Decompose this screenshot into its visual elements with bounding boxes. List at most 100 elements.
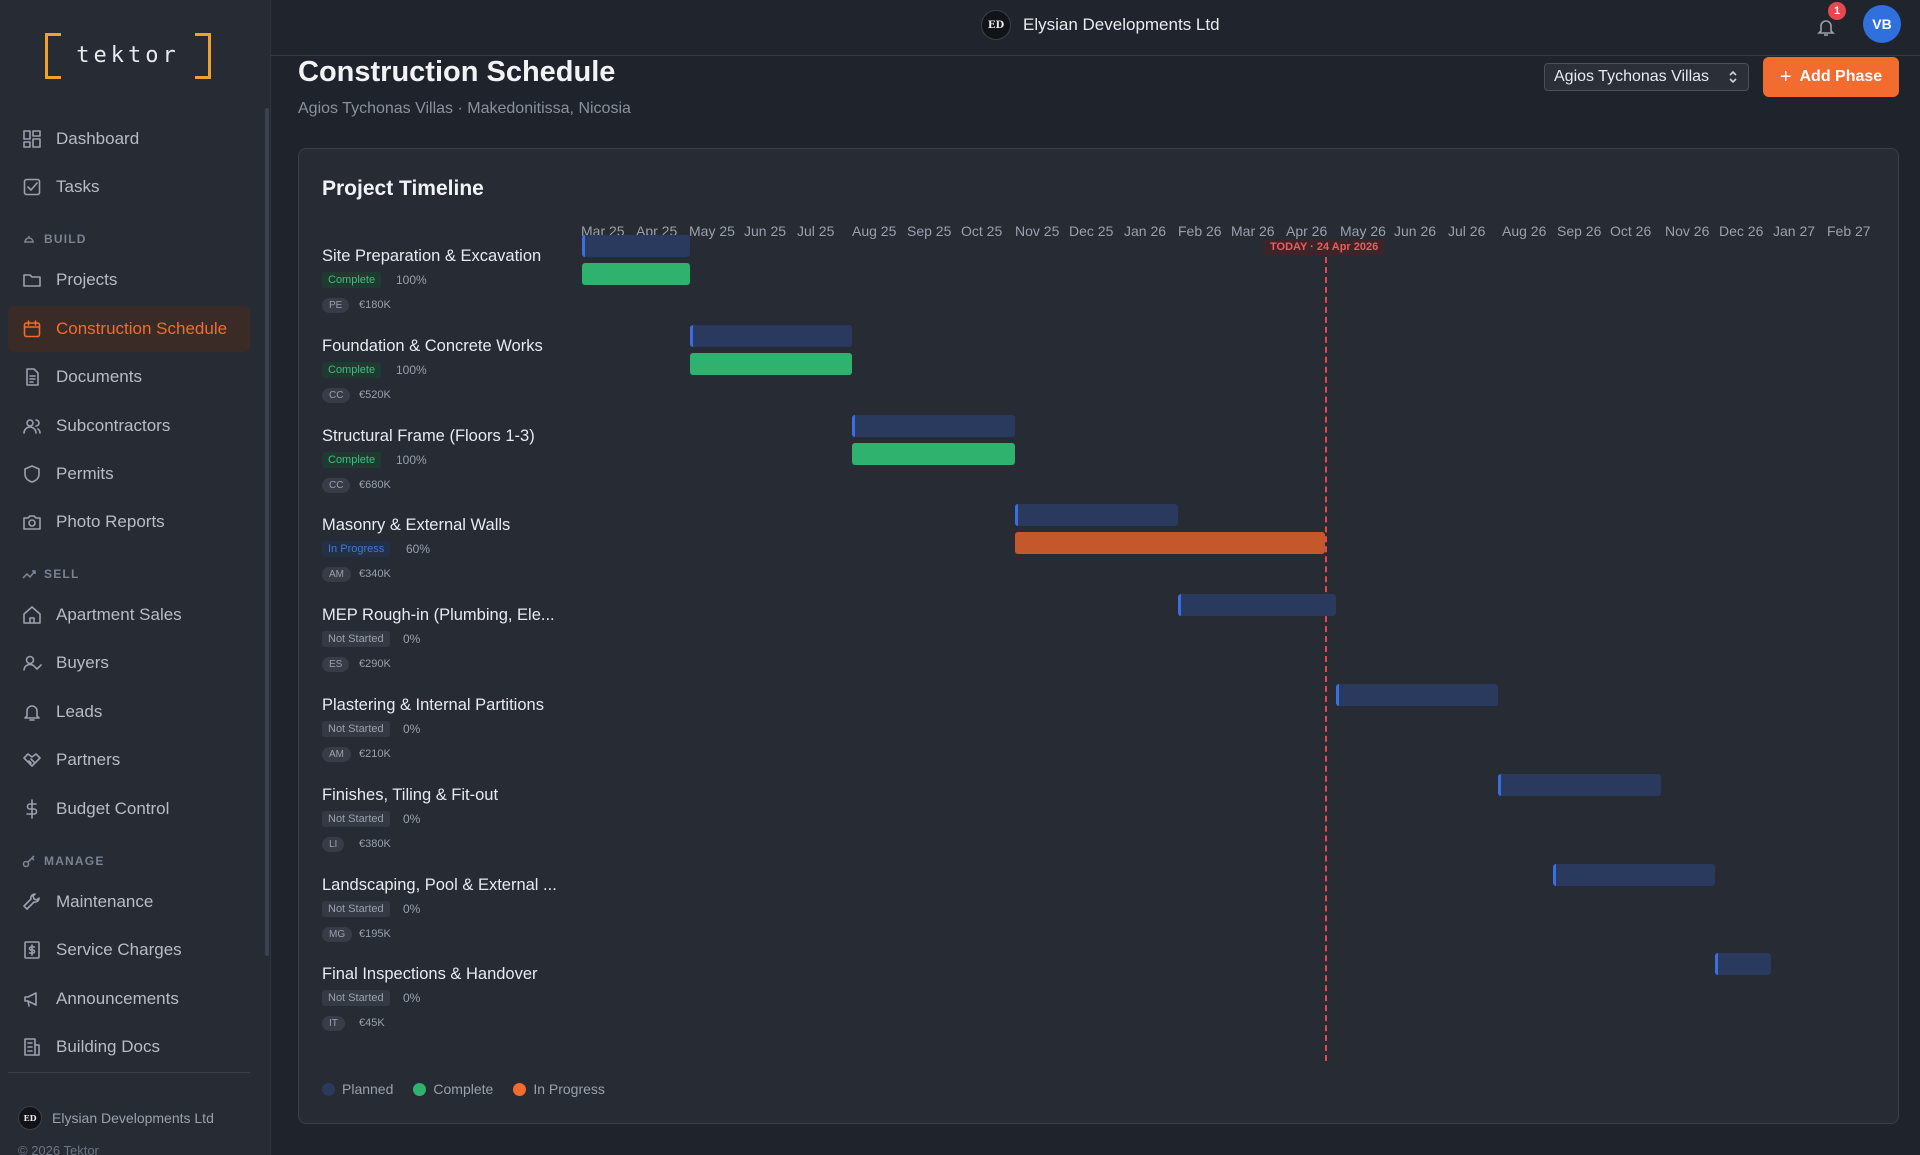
user-check-icon [22,653,42,673]
sidebar-item-buyers[interactable]: Buyers [8,640,250,686]
copyright-text: © 2026 Tektor [18,1143,99,1155]
sidebar-item-photo-reports[interactable]: Photo Reports [8,499,250,545]
phase-name[interactable]: Finishes, Tiling & Fit-out [322,786,498,805]
sidebar-item-subcontractors[interactable]: Subcontractors [8,403,250,449]
sidebar-item-label: Buyers [56,653,109,672]
plus-icon: + [1779,65,1792,88]
legend-swatch-complete [413,1082,427,1096]
actual-bar-complete[interactable] [690,352,852,375]
month-label: Jul 26 [1448,223,1486,239]
org-logo: ED [18,1106,42,1130]
percent-complete: 0% [403,991,421,1006]
sidebar-item-label: Partners [56,750,121,769]
status-badge: In Progress [322,541,391,558]
sidebar-item-tasks[interactable]: Tasks [8,164,250,210]
planned-bar[interactable] [1498,773,1661,796]
folder-icon [22,270,42,290]
status-badge: Not Started [322,990,390,1007]
month-label: Feb 26 [1178,223,1222,239]
sidebar-item-label: Subcontractors [56,416,171,435]
month-label: Nov 26 [1665,223,1710,239]
bell-icon [22,702,42,722]
phase-name[interactable]: Landscaping, Pool & External ... [322,876,557,895]
sidebar-item-apartment-sales[interactable]: Apartment Sales [8,592,250,638]
sidebar-org-switcher[interactable]: ED Elysian Developments Ltd [18,1106,214,1130]
sidebar-item-partners[interactable]: Partners [8,737,250,783]
contractor-initials: CC [322,387,351,403]
planned-bar[interactable] [1336,684,1498,706]
section-sell: SELL [22,567,79,581]
status-badge: Not Started [322,900,390,917]
project-timeline-card: Project Timeline Mar 25 Apr 25 May 25 Jun 2… [298,148,1899,1124]
phase-name[interactable]: Plastering & Internal Partitions [322,696,544,715]
actual-bar-complete[interactable] [852,442,1015,465]
page-title: Construction Schedule [298,56,616,88]
card-title: Project Timeline [322,177,484,200]
project-select[interactable]: Agios Tychonas Villas [1544,63,1749,91]
section-build: BUILD [22,232,87,246]
sidebar-scrollbar[interactable] [265,108,269,956]
user-avatar[interactable]: VB [1863,5,1901,43]
planned-bar[interactable] [582,235,690,257]
actual-bar-in-progress[interactable] [1015,532,1325,555]
tektor-logo[interactable]: tektor [45,33,211,79]
calendar-icon [22,319,42,339]
phase-name[interactable]: Final Inspections & Handover [322,965,538,984]
logo-text: tektor [76,43,180,68]
percent-complete: 100% [396,362,427,377]
planned-bar[interactable] [852,414,1015,437]
actual-bar-complete[interactable] [582,263,690,285]
contractor-initials: LI [322,836,345,852]
sidebar-item-label: Leads [56,702,103,721]
sidebar-item-dashboard[interactable]: Dashboard [8,116,250,162]
sidebar-divider [8,1072,250,1073]
contractor-initials: AM [322,567,351,583]
planned-bar[interactable] [1178,594,1336,617]
org-name: Elysian Developments Ltd [1023,15,1220,34]
chevron-up-down-icon [1729,70,1737,84]
planned-bar[interactable] [1015,504,1178,527]
month-label: Dec 25 [1069,223,1114,239]
phase-name[interactable]: MEP Rough-in (Plumbing, Ele... [322,606,555,625]
phase-name[interactable]: Foundation & Concrete Works [322,337,543,356]
contractor-initials: AM [322,747,351,762]
month-label: Sep 26 [1557,223,1602,239]
sidebar-item-building-docs[interactable]: Building Docs [8,1024,250,1070]
phase-name[interactable]: Masonry & External Walls [322,516,510,535]
sidebar-item-label: Announcements [56,989,179,1008]
contractor-initials: ES [322,657,350,673]
planned-bar[interactable] [1553,863,1715,886]
planned-bar[interactable] [1715,953,1771,976]
month-label: Nov 25 [1015,223,1060,239]
sidebar-item-budget-control[interactable]: Budget Control [8,786,250,832]
organization-header[interactable]: ED Elysian Developments Ltd [981,10,1220,40]
hardhat-icon [24,236,34,243]
sidebar-item-label: Permits [56,464,114,483]
phase-name[interactable]: Site Preparation & Excavation [322,247,541,266]
add-phase-button[interactable]: + Add Phase [1763,57,1899,97]
sidebar: tektor Dashboard Tasks BUILD Projects Co… [0,0,271,1155]
planned-bar[interactable] [690,324,852,347]
sidebar-item-leads[interactable]: Leads [8,689,250,735]
phase-name[interactable]: Structural Frame (Floors 1-3) [322,427,535,446]
sidebar-item-service-charges[interactable]: Service Charges [8,927,250,973]
sidebar-item-permits[interactable]: Permits [8,451,250,497]
sidebar-item-projects[interactable]: Projects [8,257,250,303]
dashboard-icon [22,129,42,149]
key-icon [22,855,35,868]
handshake-icon [22,750,42,770]
timeline-legend: Planned Complete In Progress [322,1081,625,1097]
sidebar-item-construction-schedule[interactable]: Construction Schedule [8,306,250,352]
sidebar-item-documents[interactable]: Documents [8,354,250,400]
month-label: Jan 27 [1773,223,1816,239]
camera-icon [22,512,42,532]
sidebar-item-announcements[interactable]: Announcements [8,976,250,1022]
checkbox-icon [22,177,42,197]
status-badge: Complete [322,451,382,468]
month-label: Dec 26 [1719,223,1764,239]
status-badge: Complete [322,361,382,378]
phase-budget: €210K [359,748,391,760]
percent-complete: 0% [403,811,421,826]
contractor-initials: CC [322,477,351,493]
sidebar-item-maintenance[interactable]: Maintenance [8,879,250,925]
